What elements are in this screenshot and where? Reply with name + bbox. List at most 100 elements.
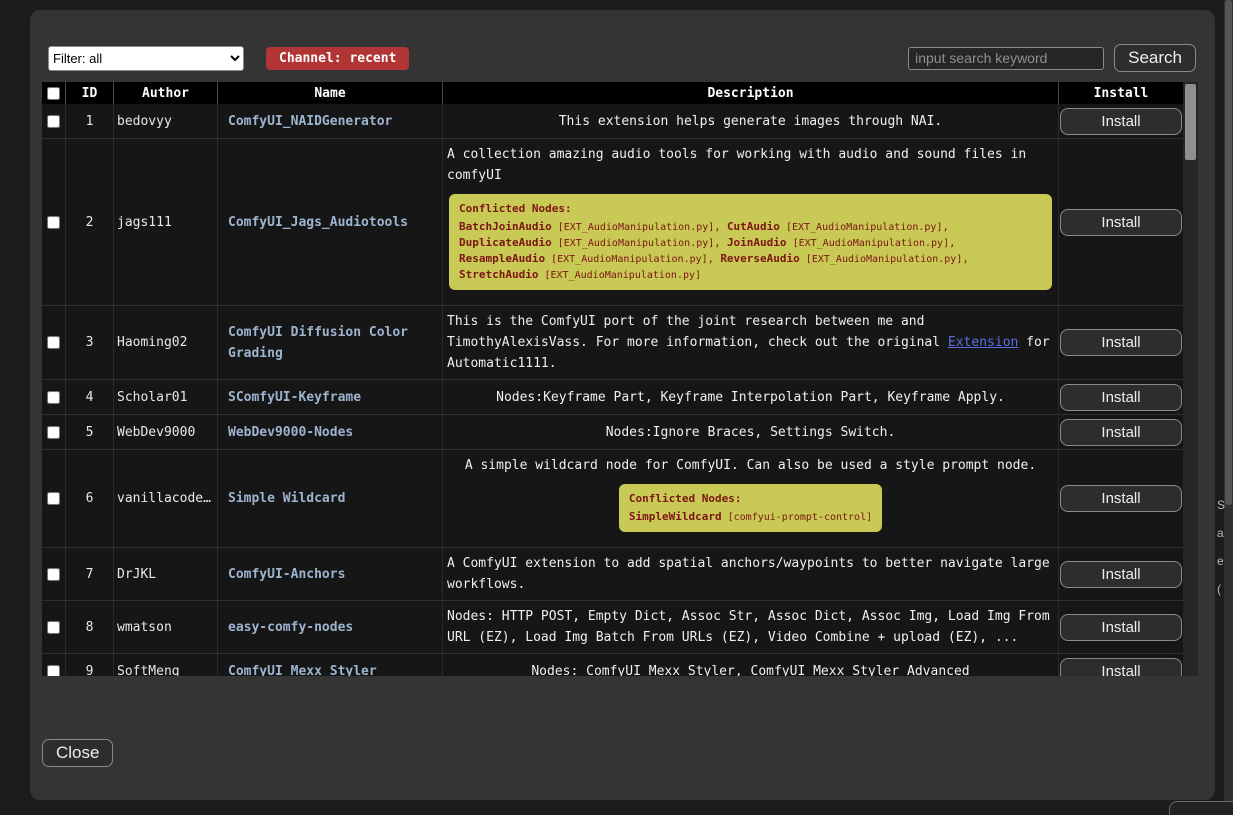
row-select-cell [42,601,66,653]
row-name-cell: ComfyUI_Mexx_Styler [218,654,443,676]
row-name-link[interactable]: SComfyUI-Keyframe [228,387,361,408]
row-checkbox[interactable] [47,568,60,581]
row-name-cell: ComfyUI_Jags_Audiotools [218,139,443,305]
conflicted-nodes-box: Conflicted Nodes:SimpleWildcard [comfyui… [619,484,882,532]
row-id: 7 [66,548,114,600]
conflicted-nodes-title: Conflicted Nodes: [459,201,1042,216]
row-id: 8 [66,601,114,653]
row-name-link[interactable]: WebDev9000-Nodes [228,422,353,443]
conflicted-nodes-box: Conflicted Nodes:BatchJoinAudio [EXT_Aud… [449,194,1052,290]
install-button[interactable]: Install [1060,614,1182,641]
table-scrollbar-thumb[interactable] [1185,84,1196,160]
conflict-node-name: ResampleAudio [459,252,545,265]
row-install-cell: Install [1059,548,1183,600]
row-checkbox[interactable] [47,492,60,505]
underlying-ui-fragment: a [1217,526,1224,540]
close-button[interactable]: Close [42,739,113,767]
custom-nodes-dialog: Filter: all Channel: recent Search ID Au… [30,10,1215,800]
row-description: Nodes:Ignore Braces, Settings Switch. [443,415,1059,449]
conflict-node-source: [EXT_AudioManipulation.py] [545,254,708,265]
row-description-text: Nodes:Ignore Braces, Settings Switch. [606,422,896,443]
row-name-link[interactable]: ComfyUI_Mexx_Styler [228,661,377,677]
description-link[interactable]: Extension [948,335,1018,350]
row-checkbox[interactable] [47,391,60,404]
table-row: 1 bedovyy ComfyUI_NAIDGenerator This ext… [42,104,1183,139]
install-button[interactable]: Install [1060,384,1182,411]
table-row: 2 jags111 ComfyUI_Jags_Audiotools A coll… [42,139,1183,306]
row-install-cell: Install [1059,450,1183,547]
header-install: Install [1059,82,1183,104]
install-button[interactable]: Install [1060,419,1182,446]
conflicted-nodes-title: Conflicted Nodes: [629,491,872,506]
install-button[interactable]: Install [1060,108,1182,135]
row-select-cell [42,450,66,547]
install-button[interactable]: Install [1060,329,1182,356]
row-install-cell: Install [1059,139,1183,305]
conflict-node-source: [EXT_AudioManipulation.py] [800,254,963,265]
conflict-node-name: CutAudio [727,220,780,233]
row-checkbox[interactable] [47,216,60,229]
install-button[interactable]: Install [1060,561,1182,588]
row-name-cell: Simple Wildcard [218,450,443,547]
select-all-checkbox[interactable] [47,87,60,100]
table-row: 4 Scholar01 SComfyUI-Keyframe Nodes:Keyf… [42,380,1183,415]
row-author: DrJKL [114,548,218,600]
row-author: WebDev9000 [114,415,218,449]
row-checkbox[interactable] [47,336,60,349]
row-select-cell [42,306,66,379]
page-scrollbar-thumb[interactable] [1225,0,1232,505]
filter-select[interactable]: Filter: all [48,46,244,71]
row-description: Nodes: HTTP POST, Empty Dict, Assoc Str,… [443,601,1059,653]
row-name-link[interactable]: ComfyUI Diffusion Color Grading [228,322,436,364]
row-author: bedovyy [114,104,218,138]
install-button[interactable]: Install [1060,658,1182,677]
toolbar: Filter: all Channel: recent Search [48,43,1196,73]
row-name-link[interactable]: Simple Wildcard [228,488,345,509]
underlying-ui-fragment: S [1217,498,1225,512]
table-row: 3 Haoming02 ComfyUI Diffusion Color Grad… [42,306,1183,380]
row-name-link[interactable]: ComfyUI_NAIDGenerator [228,111,392,132]
row-author: wmatson [114,601,218,653]
table-body: 1 bedovyy ComfyUI_NAIDGenerator This ext… [42,104,1183,676]
conflict-node-source: [EXT_AudioManipulation.py] [538,270,701,281]
row-description-text: This extension helps generate images thr… [559,111,943,132]
row-name-cell: ComfyUI_NAIDGenerator [218,104,443,138]
table-row: 7 DrJKL ComfyUI-Anchors A ComfyUI extens… [42,548,1183,601]
row-install-cell: Install [1059,601,1183,653]
search-input[interactable] [908,47,1104,70]
install-button[interactable]: Install [1060,485,1182,512]
table-row: 9 SoftMeng ComfyUI_Mexx_Styler Nodes: Co… [42,654,1183,676]
row-description: A ComfyUI extension to add spatial ancho… [443,548,1059,600]
table-scrollbar[interactable] [1183,82,1198,676]
row-name-link[interactable]: ComfyUI_Jags_Audiotools [228,212,408,233]
row-checkbox[interactable] [47,665,60,677]
header-description: Description [443,82,1059,104]
row-select-cell [42,380,66,414]
row-description: This is the ComfyUI port of the joint re… [443,306,1059,379]
page-scrollbar[interactable] [1224,0,1233,815]
row-author: vanillacode… [114,450,218,547]
row-name-cell: ComfyUI Diffusion Color Grading [218,306,443,379]
underlying-ui-fragment: e [1217,554,1224,568]
row-install-cell: Install [1059,104,1183,138]
search-button[interactable]: Search [1114,44,1196,72]
table-row: 6 vanillacode… Simple Wildcard A simple … [42,450,1183,548]
row-name-link[interactable]: ComfyUI-Anchors [228,564,345,585]
conflict-node-source: [EXT_AudioManipulation.py] [787,238,950,249]
row-author: SoftMeng [114,654,218,676]
row-name-link[interactable]: easy-comfy-nodes [228,617,353,638]
custom-nodes-table: ID Author Name Description Install 1 bed… [42,82,1198,676]
conflict-node-name: DuplicateAudio [459,236,552,249]
row-description-text: A simple wildcard node for ComfyUI. Can … [465,455,1036,476]
install-button[interactable]: Install [1060,209,1182,236]
row-checkbox[interactable] [47,426,60,439]
row-id: 9 [66,654,114,676]
header-id: ID [66,82,114,104]
conflict-node-source: [EXT_AudioManipulation.py] [780,222,943,233]
row-select-cell [42,415,66,449]
row-checkbox[interactable] [47,621,60,634]
row-checkbox[interactable] [47,115,60,128]
underlying-ui-fragment: ( [1217,582,1221,596]
row-name-cell: easy-comfy-nodes [218,601,443,653]
table-header: ID Author Name Description Install [42,82,1183,104]
